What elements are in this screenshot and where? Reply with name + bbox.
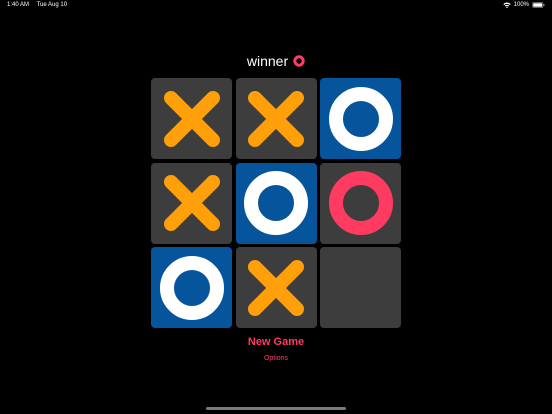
home-indicator[interactable]	[206, 407, 346, 410]
x-mark-icon	[163, 90, 220, 147]
wifi-icon	[502, 2, 511, 8]
winner-o-icon	[293, 55, 305, 67]
x-mark-icon	[248, 90, 304, 147]
board-cell-r3-c3[interactable]	[320, 247, 401, 328]
x-mark-icon	[248, 259, 304, 316]
board-cell-r1-c1[interactable]	[151, 78, 232, 159]
o-mark-icon	[159, 255, 224, 320]
battery-percent: 100%	[513, 2, 529, 8]
board-cell-r2-c1[interactable]	[151, 162, 232, 244]
o-mark-icon	[328, 171, 393, 235]
x-mark-icon	[163, 175, 220, 231]
board-cell-r3-c1[interactable]	[151, 247, 232, 328]
board-cell-r2-c3[interactable]	[320, 162, 401, 244]
board-cell-r3-c2[interactable]	[235, 247, 317, 328]
board-cell-r1-c3[interactable]	[320, 78, 401, 159]
winner-banner: winner	[0, 52, 552, 70]
options-button[interactable]: Options	[0, 355, 552, 362]
status-date: Tue Aug 10	[36, 2, 68, 8]
board-cell-r1-c2[interactable]	[235, 78, 317, 159]
status-time: 1:40 AM	[7, 2, 30, 8]
game-board	[151, 78, 401, 328]
board-cell-r2-c2[interactable]	[235, 162, 317, 244]
o-mark-icon	[328, 86, 393, 151]
status-left: 1:40 AM Tue Aug 10	[7, 2, 73, 8]
winner-label: winner	[246, 53, 289, 69]
status-bar: 1:40 AM Tue Aug 10 100%	[0, 0, 552, 12]
o-mark-icon	[244, 171, 308, 235]
status-right: 100%	[502, 2, 545, 8]
battery-icon	[532, 2, 545, 8]
new-game-button[interactable]: New Game	[0, 336, 552, 348]
